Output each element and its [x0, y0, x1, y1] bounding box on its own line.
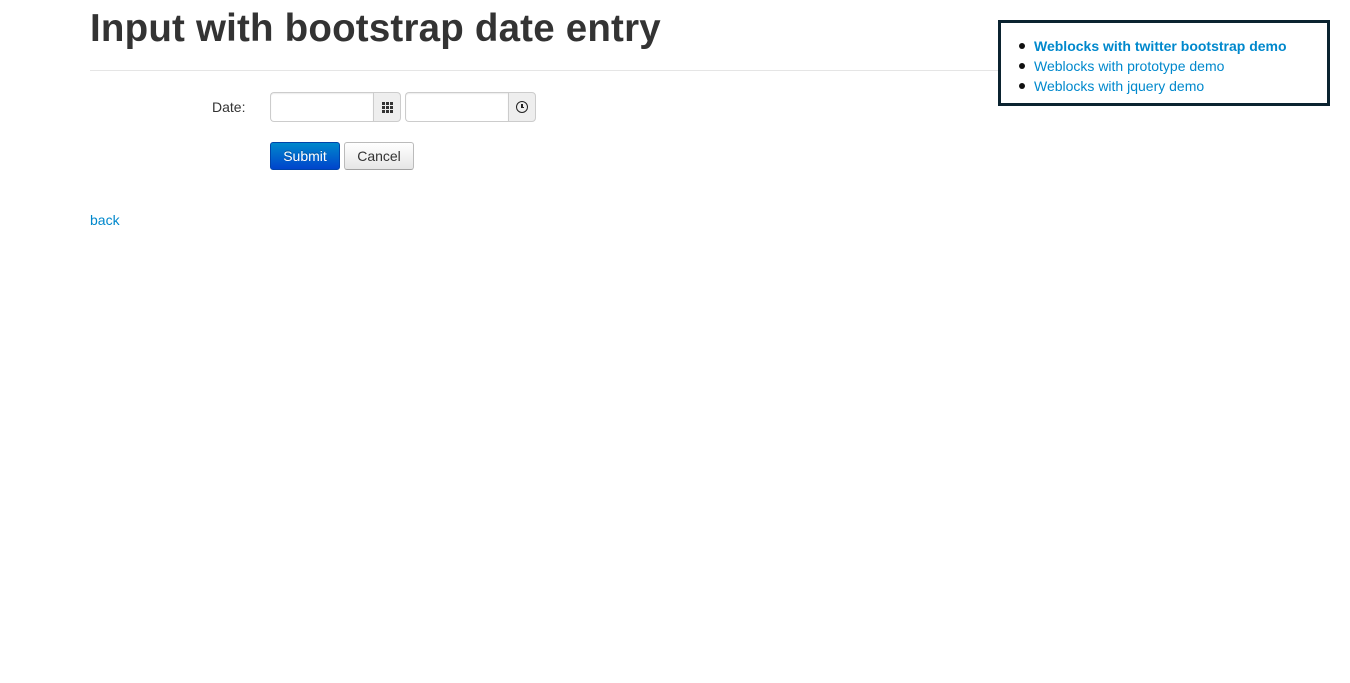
page-title: Input with bootstrap date entry — [90, 7, 661, 50]
calendar-button[interactable] — [373, 92, 401, 122]
bullet-icon — [1019, 63, 1025, 69]
title-divider — [90, 70, 998, 71]
demo-links-box: Weblocks with twitter bootstrap demo Web… — [998, 20, 1330, 106]
clock-button[interactable] — [508, 92, 536, 122]
clock-icon — [516, 101, 528, 113]
bullet-icon — [1019, 83, 1025, 89]
back-link[interactable]: back — [90, 212, 120, 229]
cancel-button[interactable]: Cancel — [344, 142, 414, 170]
demo-link-item: Weblocks with twitter bootstrap demo — [1017, 36, 1287, 56]
demo-link-prototype[interactable]: Weblocks with prototype demo — [1034, 58, 1224, 74]
date-input[interactable] — [270, 92, 373, 122]
demo-link-bootstrap[interactable]: Weblocks with twitter bootstrap demo — [1034, 38, 1287, 54]
calendar-grid-icon — [381, 101, 393, 113]
demo-link-item: Weblocks with prototype demo — [1017, 56, 1287, 76]
submit-button[interactable]: Submit — [270, 142, 340, 170]
demo-links-list: Weblocks with twitter bootstrap demo Web… — [1017, 36, 1287, 96]
demo-link-jquery[interactable]: Weblocks with jquery demo — [1034, 78, 1204, 94]
date-input-group — [270, 92, 401, 122]
demo-link-item: Weblocks with jquery demo — [1017, 76, 1287, 96]
date-label: Date: — [212, 99, 246, 115]
bullet-icon — [1019, 43, 1025, 49]
time-input-group — [405, 92, 536, 122]
time-input[interactable] — [405, 92, 508, 122]
